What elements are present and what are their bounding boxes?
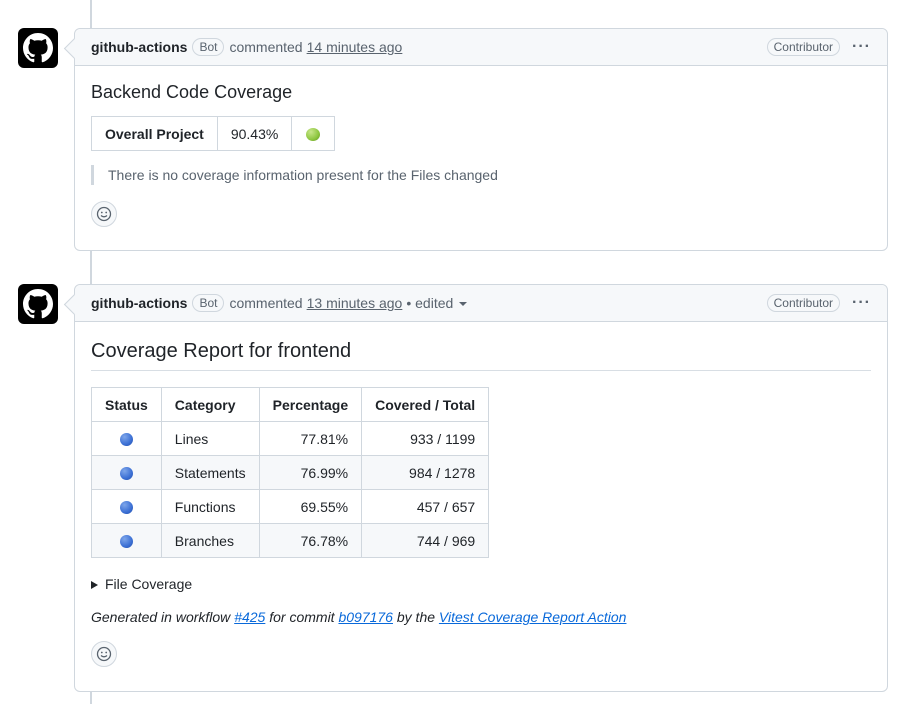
file-coverage-toggle[interactable]: File Coverage [91,576,871,592]
commit-link[interactable]: b097176 [338,609,393,625]
comment-body: Backend Code Coverage Overall Project 90… [75,66,887,243]
covered-cell: 744 / 969 [361,523,490,558]
percentage-cell: 69.55% [258,489,363,524]
edited-dropdown[interactable]: • edited [406,295,468,311]
category-cell: Functions [160,489,260,524]
covered-cell: 933 / 1199 [361,421,490,456]
timeline-line [90,0,92,28]
file-coverage-label: File Coverage [105,576,193,592]
add-reaction-button[interactable] [91,641,117,667]
contributor-badge: Contributor [766,294,841,312]
covered-cell: 984 / 1278 [361,455,490,490]
blue-circle-icon [119,535,133,549]
footer-text: Generated in workflow [91,609,235,625]
action-link[interactable]: Vitest Coverage Report Action [439,609,627,625]
timestamp-link[interactable]: 13 minutes ago [307,295,403,311]
table-row: Lines 77.81% 933 / 1199 [91,421,490,456]
comment-title: Backend Code Coverage [91,82,293,102]
percentage-cell: 76.99% [258,455,363,490]
edited-label: • edited [406,295,454,311]
bot-badge: Bot [192,38,225,56]
comment-body: Coverage Report for frontend Status Cate… [75,322,887,683]
blue-circle-icon [119,467,133,481]
add-reaction-button[interactable] [91,201,117,227]
triangle-right-icon [91,581,98,589]
blue-circle-icon [119,433,133,447]
comment-card: github-actions Bot commented 14 minutes … [74,28,888,251]
comment-action: commented [229,39,303,55]
kebab-menu-icon[interactable]: ··· [852,294,871,312]
table-row: Branches 76.78% 744 / 969 [91,523,490,558]
generated-footer: Generated in workflow #425 for commit b0… [91,609,871,625]
report-title: Coverage Report for frontend [91,340,871,371]
smiley-icon [96,646,112,662]
comment-action: commented [229,295,303,311]
github-mark-icon [23,289,53,319]
kebab-menu-icon[interactable]: ··· [852,38,871,56]
coverage-table: Status Category Percentage Covered / Tot… [91,387,490,558]
table-row: Functions 69.55% 457 / 657 [91,489,490,524]
header-percentage: Percentage [258,387,363,422]
percentage-cell: 77.81% [258,421,363,456]
github-mark-icon [23,33,53,63]
footer-text: for commit [265,609,339,625]
covered-cell: 457 / 657 [361,489,490,524]
overall-value: 90.43% [216,116,293,151]
overall-label: Overall Project [91,116,218,151]
header-covered: Covered / Total [361,387,490,422]
avatar[interactable] [18,28,58,68]
smiley-icon [96,206,112,222]
author-link[interactable]: github-actions [91,39,187,55]
bot-badge: Bot [192,294,225,312]
workflow-link[interactable]: #425 [234,609,265,625]
blue-circle-icon [119,501,133,515]
timestamp-link[interactable]: 14 minutes ago [307,39,403,55]
category-cell: Statements [160,455,260,490]
coverage-note: There is no coverage information present… [91,165,871,185]
footer-text: by the [392,609,439,625]
avatar[interactable] [18,284,58,324]
caret-down-icon [459,302,468,307]
timeline-line [90,251,92,284]
percentage-cell: 76.78% [258,523,363,558]
author-link[interactable]: github-actions [91,295,187,311]
timeline-line [90,692,92,704]
contributor-badge: Contributor [766,38,841,56]
header-status: Status [91,387,162,422]
header-category: Category [160,387,260,422]
table-row: Statements 76.99% 984 / 1278 [91,455,490,490]
category-cell: Branches [160,523,260,558]
category-cell: Lines [160,421,260,456]
green-apple-icon [306,128,321,142]
overall-table: Overall Project 90.43% [91,116,336,151]
comment-card: github-actions Bot commented 13 minutes … [74,284,888,692]
comment-header: github-actions Bot commented 14 minutes … [75,29,887,66]
comment-header: github-actions Bot commented 13 minutes … [75,285,887,322]
